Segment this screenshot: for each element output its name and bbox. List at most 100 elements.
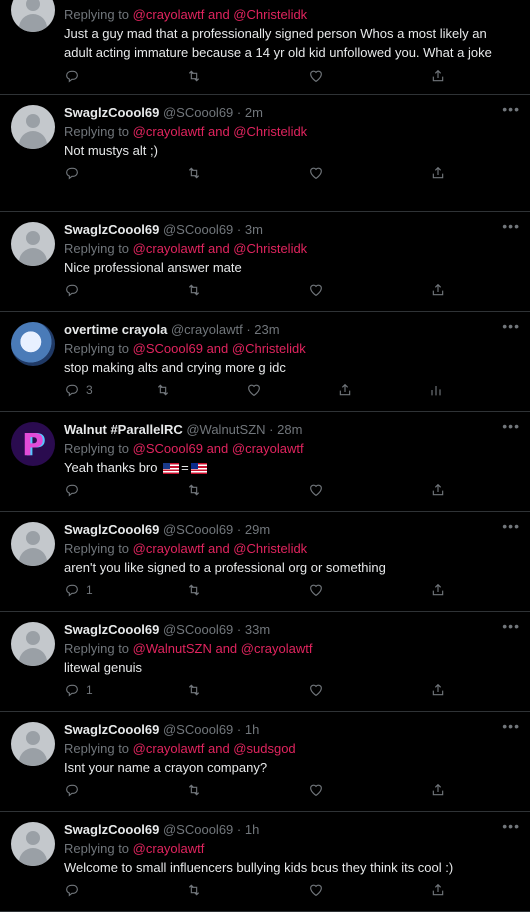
reply-icon [66,284,78,297]
tweet-text-body: aren't you like signed to a professional… [64,560,386,575]
mentions-link[interactable]: @crayolawtf and @Christelidk [133,124,308,139]
reply-button[interactable] [64,66,80,86]
retweet-button[interactable] [155,380,171,400]
default-avatar[interactable] [11,722,55,766]
mentions-link[interactable]: @SCoool69 and @crayolawtf [133,441,304,456]
like-button[interactable] [308,66,324,86]
reply-button[interactable] [64,780,86,800]
like-button[interactable] [308,163,324,183]
share-button[interactable] [337,380,353,400]
tweet[interactable]: SwaglzCoool69 @SCoool69 · 1h Replying to… [0,812,530,912]
share-button[interactable] [430,680,446,700]
more-horizontal-icon: ••• [502,818,520,834]
more-options-button[interactable]: ••• [502,101,520,117]
display-name[interactable]: SwaglzCoool69 [64,722,159,737]
p-logo-avatar[interactable]: P [11,422,55,466]
tweet[interactable]: SwaglzCoool69 @SCoool69 · 3m Replying to… [0,212,530,312]
like-button[interactable] [308,580,324,600]
display-name[interactable]: overtime crayola [64,322,167,337]
share-button[interactable] [430,66,446,86]
reply-icon [66,684,78,697]
like-icon [310,684,322,697]
reply-button[interactable] [64,480,86,500]
reply-button[interactable]: 3 [64,380,93,400]
mentions-link[interactable]: @crayolawtf and @Christelidk [133,541,308,556]
reply-button[interactable]: 1 [64,580,93,600]
timestamp[interactable]: 3m [245,222,263,237]
reply-button[interactable]: 1 [64,680,93,700]
more-options-button[interactable]: ••• [502,518,520,534]
tweet[interactable]: P Walnut #ParallelRC @WalnutSZN · 28m Re… [0,412,530,512]
timestamp[interactable]: 33m [245,622,270,637]
tweet[interactable]: SwaglzCoool69 @SCoool69 · 1h Replying to… [0,712,530,812]
retweet-button[interactable] [186,66,202,86]
like-button[interactable] [308,680,324,700]
retweet-button[interactable] [186,680,202,700]
separator-dot: · [236,105,242,120]
reply-button[interactable] [64,163,86,183]
share-button[interactable] [430,163,446,183]
reply-button[interactable] [64,280,86,300]
retweet-button[interactable] [186,780,202,800]
timestamp[interactable]: 1h [245,822,259,837]
share-button[interactable] [430,580,446,600]
tweet[interactable]: SwaglzCoool69 @SCoool69 · 2m Replying to… [0,95,530,212]
mentions-link[interactable]: @crayolawtf and @Christelidk [133,241,308,256]
like-button[interactable] [308,280,324,300]
default-avatar[interactable] [11,105,55,149]
mentions-link[interactable]: @crayolawtf and @Christelidk [133,7,308,22]
display-name[interactable]: SwaglzCoool69 [64,622,159,637]
analytics-button[interactable] [428,380,444,400]
text-suffix: = [181,460,189,475]
mentions-link[interactable]: @WalnutSZN and @crayolawtf [133,641,313,656]
like-button[interactable] [308,780,324,800]
more-options-button[interactable]: ••• [502,418,520,434]
timestamp[interactable]: 2m [245,105,263,120]
default-avatar[interactable] [11,822,55,866]
retweet-button[interactable] [186,480,202,500]
share-button[interactable] [430,780,446,800]
default-avatar[interactable] [11,222,55,266]
retweet-button[interactable] [186,163,202,183]
separator-dot: · [269,422,274,437]
display-name[interactable]: SwaglzCoool69 [64,522,159,537]
tweet[interactable]: overtime crayola @crayolawtf · 23m Reply… [0,312,530,412]
display-name[interactable]: SwaglzCoool69 [64,105,159,120]
like-button[interactable] [308,880,324,900]
display-name[interactable]: Walnut #ParallelRC [64,422,183,437]
more-options-button[interactable]: ••• [502,218,520,234]
share-icon [432,683,444,696]
tweet[interactable]: SwaglzCoool69 @SCoool69 · 29m Replying t… [0,512,530,612]
like-button[interactable] [308,480,324,500]
more-options-button[interactable]: ••• [502,818,520,834]
retweet-button[interactable] [186,580,202,600]
mentions-link[interactable]: @SCoool69 and @Christelidk [133,341,306,356]
timestamp[interactable]: 29m [245,522,270,537]
timestamp[interactable]: 1h [245,722,259,737]
like-icon [310,484,322,497]
share-button[interactable] [430,280,446,300]
reply-button[interactable] [64,880,86,900]
like-button[interactable] [246,380,262,400]
default-avatar[interactable] [11,622,55,666]
timestamp[interactable]: 23m [254,322,279,337]
retweet-button[interactable] [186,280,202,300]
timestamp[interactable]: 28m [277,422,302,437]
more-options-button[interactable]: ••• [502,718,520,734]
default-avatar[interactable] [11,522,55,566]
share-button[interactable] [430,880,446,900]
default-avatar[interactable] [11,0,55,32]
display-name[interactable]: SwaglzCoool69 [64,822,159,837]
tweet[interactable]: SwaglzCoool69 @SCoool69 · 33m Replying t… [0,612,530,712]
retweet-button[interactable] [186,880,202,900]
tweet[interactable]: Replying to @crayolawtf and @Christelidk… [0,0,530,95]
character-avatar[interactable] [11,322,55,366]
share-button[interactable] [430,480,446,500]
mentions-link[interactable]: @crayolawtf [133,841,205,856]
tweet-text: litewal genuis [64,658,516,677]
mentions-link[interactable]: @crayolawtf and @sudsgod [133,741,296,756]
more-options-button[interactable]: ••• [502,618,520,634]
more-options-button[interactable]: ••• [502,318,520,334]
separator-dot: · [236,822,242,837]
display-name[interactable]: SwaglzCoool69 [64,222,159,237]
